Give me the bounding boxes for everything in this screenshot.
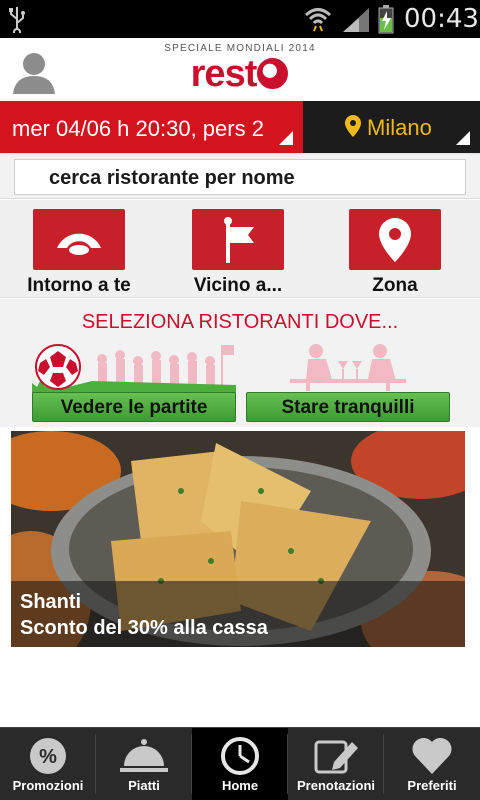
search-input[interactable]: cerca ristorante per nome xyxy=(14,159,466,195)
search-bar: cerca ristorante per nome xyxy=(0,153,480,199)
edit-icon xyxy=(314,740,358,774)
logo-left: rest xyxy=(190,53,258,95)
avatar[interactable] xyxy=(11,48,57,94)
select-restaurants-section: SELEZIONA RISTORANTI DOVE... Vedere le p… xyxy=(0,299,480,427)
tab-preferiti[interactable]: Preferiti xyxy=(384,728,480,800)
wifi-icon xyxy=(304,8,332,32)
tab-prenotazioni[interactable]: Prenotazioni xyxy=(288,728,384,800)
promo-offer: Sconto del 30% alla cassa xyxy=(20,617,268,639)
tab-label: Promozioni xyxy=(12,778,84,793)
stay-quiet-card[interactable]: Stare tranquilli xyxy=(246,341,450,422)
signal-arc-icon xyxy=(57,233,101,255)
usb-icon xyxy=(9,7,25,33)
zone-label: Zona xyxy=(372,275,418,296)
svg-text:%: % xyxy=(39,746,57,768)
heart-icon xyxy=(412,737,452,774)
battery-charging-icon xyxy=(378,5,394,34)
tab-label: Piatti xyxy=(128,778,160,793)
clock-icon xyxy=(221,737,259,775)
nearby-label: Intorno a te xyxy=(27,275,131,296)
football-crowd-illustration xyxy=(32,344,236,393)
tab-home[interactable]: Home xyxy=(192,728,288,800)
date-time-label: mer 04/06 h 20:30, pers 2 xyxy=(12,116,264,141)
tab-label: Prenotazioni xyxy=(296,778,375,793)
nearby-button[interactable]: Intorno a te xyxy=(4,209,154,297)
location-options: Intorno a te Vicino a... Zona xyxy=(0,200,480,298)
tab-piatti[interactable]: Piatti xyxy=(96,728,192,800)
promo-restaurant-name: Shanti xyxy=(20,591,82,613)
football-icon xyxy=(257,58,289,89)
dropdown-corner-icon xyxy=(456,131,470,145)
map-pin-icon xyxy=(379,217,411,262)
location-pin-icon xyxy=(345,115,361,137)
flag-icon xyxy=(224,216,254,263)
booking-bar: mer 04/06 h 20:30, pers 2 Milano xyxy=(0,101,480,153)
promo-banner[interactable]: Shanti Sconto del 30% alla cassa xyxy=(11,431,465,647)
promo-caption: Shanti Sconto del 30% alla cassa xyxy=(11,581,465,647)
near-to-label: Vicino a... xyxy=(193,275,283,296)
percent-icon: % xyxy=(30,738,66,774)
section-title: SELEZIONA RISTORANTI DOVE... xyxy=(81,311,399,333)
dinner-couple-illustration xyxy=(290,344,406,391)
bottom-tab-bar: % Promozioni Piatti Home Prenotazioni Pr… xyxy=(0,727,480,800)
tab-promozioni[interactable]: % Promozioni xyxy=(0,728,96,800)
date-time-selector[interactable]: mer 04/06 h 20:30, pers 2 xyxy=(0,101,303,153)
watch-matches-card[interactable]: Vedere le partite xyxy=(32,341,236,422)
city-label: Milano xyxy=(367,115,432,140)
dropdown-corner-icon xyxy=(279,131,293,145)
zone-button[interactable]: Zona xyxy=(320,209,470,297)
clock-time: 00:43 xyxy=(404,4,479,34)
app-header: SPECIALE MONDIALI 2014 restpolis™ xyxy=(0,38,480,138)
status-bar: 00:43 xyxy=(0,0,480,38)
near-to-button[interactable]: Vicino a... xyxy=(163,209,313,297)
signal-icon xyxy=(343,8,369,32)
cloche-icon xyxy=(120,739,168,772)
city-selector[interactable]: Milano xyxy=(303,101,480,153)
stay-quiet-button[interactable]: Stare tranquilli xyxy=(246,392,450,422)
tab-label: Home xyxy=(221,778,259,793)
tab-label: Preferiti xyxy=(407,778,457,793)
app-logo: SPECIALE MONDIALI 2014 restpolis™ xyxy=(150,41,330,138)
watch-matches-button[interactable]: Vedere le partite xyxy=(32,392,236,422)
